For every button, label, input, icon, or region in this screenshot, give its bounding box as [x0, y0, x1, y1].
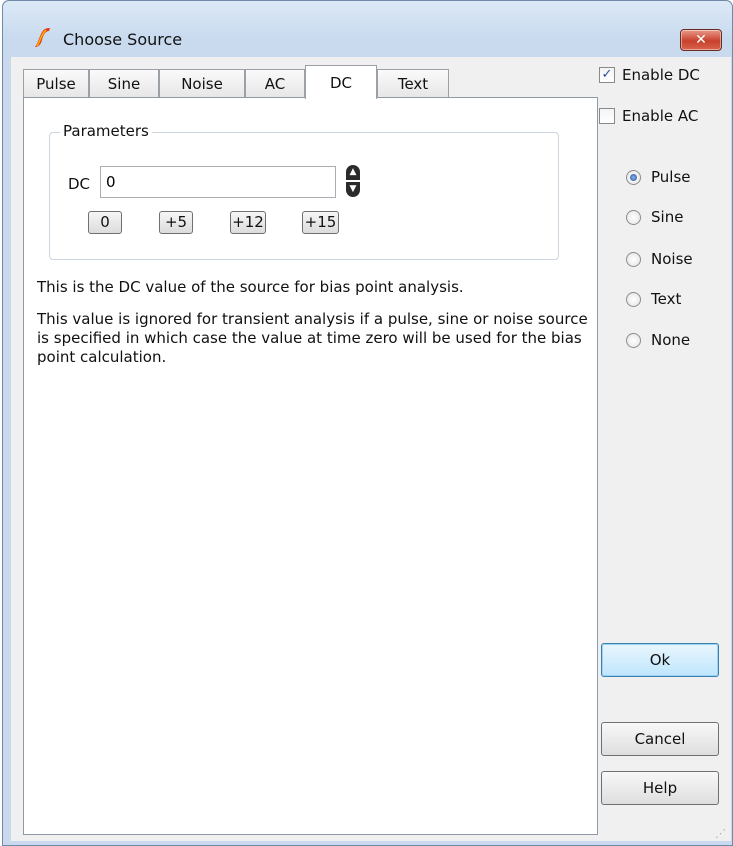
preset-0-button[interactable]: 0	[88, 211, 122, 234]
radio-icon[interactable]	[626, 333, 641, 348]
dc-description: This is the DC value of the source for b…	[37, 278, 464, 296]
enable-dc-label: Enable DC	[622, 66, 700, 84]
preset-plus12-button[interactable]: +12	[230, 211, 266, 234]
radio-sine-label: Sine	[651, 208, 684, 226]
tab-ac[interactable]: AC	[245, 69, 305, 98]
radio-icon[interactable]	[626, 252, 641, 267]
dc-tab-panel: Parameters DC ▲ ▼ 0 +5 +12 +15 This is t…	[23, 97, 598, 835]
dc-transient-note: This value is ignored for transient anal…	[37, 310, 588, 366]
close-button[interactable]: ✕	[680, 29, 722, 51]
title-bar: Choose Source ✕	[3, 1, 732, 51]
parameters-group-label: Parameters	[60, 122, 152, 140]
enable-ac-label: Enable AC	[622, 107, 699, 125]
spin-down-icon[interactable]: ▼	[346, 182, 360, 197]
preset-plus5-button[interactable]: +5	[159, 211, 193, 234]
dc-value-spinner[interactable]: ▲ ▼	[346, 165, 360, 199]
cancel-button[interactable]: Cancel	[601, 722, 719, 756]
close-icon: ✕	[695, 32, 707, 48]
help-button[interactable]: Help	[601, 771, 719, 805]
tab-dc[interactable]: DC	[305, 65, 377, 99]
tab-noise[interactable]: Noise	[159, 69, 245, 98]
radio-icon[interactable]	[626, 292, 641, 307]
dc-value-label: DC	[68, 175, 91, 193]
ok-button[interactable]: Ok	[601, 643, 719, 677]
radio-none-label: None	[651, 331, 691, 349]
radio-noise-label: Noise	[651, 250, 693, 268]
checkmark-icon[interactable]: ✓	[599, 67, 615, 83]
preset-plus15-button[interactable]: +15	[302, 211, 339, 234]
tab-text[interactable]: Text	[377, 69, 449, 98]
tab-pulse[interactable]: Pulse	[23, 69, 89, 98]
window-title: Choose Source	[63, 30, 183, 49]
spin-up-icon[interactable]: ▲	[346, 165, 360, 180]
parameters-group: Parameters DC ▲ ▼ 0 +5 +12 +15	[49, 122, 559, 260]
choose-source-dialog: Choose Source ✕ Pulse Sine Noise AC DC T…	[2, 0, 733, 846]
radio-pulse-label: Pulse	[651, 168, 691, 186]
radio-icon[interactable]	[626, 210, 641, 225]
app-logo-icon	[31, 26, 53, 48]
dc-value-input[interactable]	[100, 166, 336, 198]
radio-selected-icon[interactable]	[626, 170, 641, 185]
dialog-client-area: Pulse Sine Noise AC DC Text Parameters D…	[11, 57, 731, 841]
unchecked-box-icon[interactable]	[599, 108, 615, 124]
radio-text-label: Text	[651, 290, 682, 308]
resize-grip-icon[interactable]: ⋰	[715, 827, 726, 840]
tab-sine[interactable]: Sine	[89, 69, 159, 98]
